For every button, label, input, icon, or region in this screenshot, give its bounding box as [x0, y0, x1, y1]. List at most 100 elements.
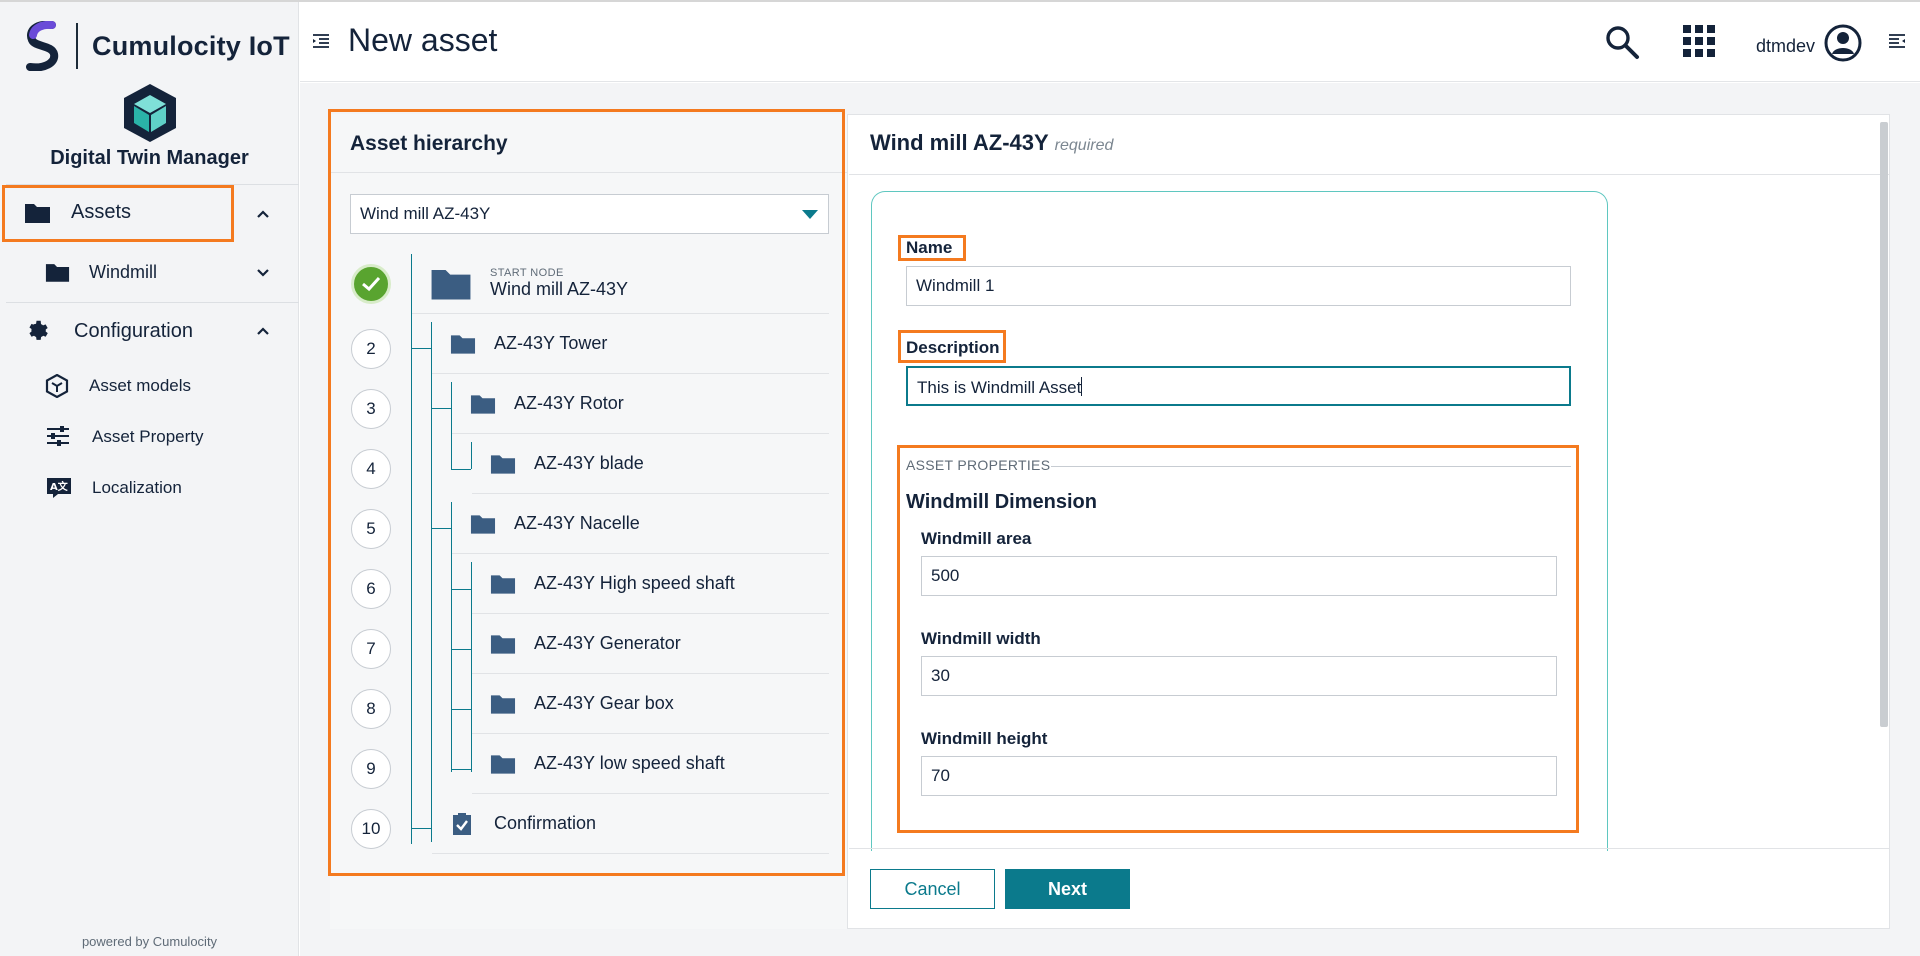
- tree-node-label: AZ-43Y Nacelle: [514, 513, 640, 533]
- sidebar-item-assets[interactable]: Assets: [0, 190, 299, 236]
- step-number[interactable]: 4: [351, 449, 391, 489]
- group-title: Windmill Dimension: [906, 491, 1097, 513]
- tree-node-label: Confirmation: [494, 813, 597, 833]
- start-node-tag: START NODE: [490, 267, 564, 279]
- tree-node[interactable]: AZ-43Y blade: [472, 434, 829, 494]
- footer-divider: [849, 848, 1889, 849]
- sidebar-item-asset-property[interactable]: Asset Property: [0, 417, 299, 457]
- menu-toggle-icon[interactable]: [312, 32, 330, 50]
- tree-node-label: AZ-43Y low speed shaft: [534, 753, 725, 773]
- folder-icon: [490, 454, 516, 474]
- folder-icon: [470, 514, 496, 534]
- tree-line: [451, 649, 471, 650]
- height-label: Windmill height: [921, 729, 1048, 748]
- tree-node[interactable]: AZ-43Y Gear box: [472, 674, 829, 734]
- tree-line: [411, 348, 431, 349]
- user-avatar-icon[interactable]: [1824, 24, 1862, 62]
- step-number[interactable]: 6: [351, 569, 391, 609]
- sidebar-item-label: Windmill: [89, 262, 158, 282]
- hierarchy-select[interactable]: Wind mill AZ-43Y: [350, 194, 829, 234]
- tree-start-node[interactable]: START NODE Wind mill AZ-43Y: [412, 254, 829, 314]
- nav-divider: [6, 184, 299, 185]
- user-name[interactable]: dtmdev: [1756, 36, 1815, 57]
- step-completed[interactable]: [351, 264, 391, 304]
- required-hint: required: [1054, 137, 1114, 154]
- tree-node-label: AZ-43Y Generator: [534, 633, 681, 653]
- cumulocity-logo-icon: [26, 21, 59, 71]
- next-button[interactable]: Next: [1005, 869, 1130, 909]
- hierarchy-select-value: Wind mill AZ-43Y: [360, 204, 491, 223]
- folder-icon: [25, 204, 50, 223]
- tree-node[interactable]: AZ-43Y low speed shaft: [472, 734, 829, 794]
- search-icon[interactable]: [1604, 24, 1640, 60]
- section-line: [1051, 466, 1571, 467]
- cube-icon: [45, 374, 69, 398]
- step-number[interactable]: 7: [351, 629, 391, 669]
- sidebar: Cumulocity IoT Digital Twin Manager Asse…: [0, 2, 299, 956]
- tree-line: [451, 709, 471, 710]
- tree-line: [431, 322, 432, 842]
- name-label: Name: [906, 238, 953, 257]
- brand[interactable]: Cumulocity IoT: [22, 20, 290, 72]
- form-title-text: Wind mill AZ-43Y: [870, 130, 1049, 155]
- scrollbar[interactable]: [1880, 122, 1888, 727]
- step-number[interactable]: 5: [351, 509, 391, 549]
- folder-icon: [431, 269, 471, 300]
- cancel-button[interactable]: Cancel: [870, 869, 995, 909]
- tree-node[interactable]: AZ-43Y Tower: [432, 314, 829, 374]
- step-number[interactable]: 3: [351, 389, 391, 429]
- step-number[interactable]: 10: [351, 809, 391, 849]
- sidebar-item-configuration[interactable]: Configuration: [0, 310, 299, 352]
- step-number[interactable]: 8: [351, 689, 391, 729]
- nav-divider: [6, 302, 299, 303]
- check-icon: [362, 276, 381, 292]
- step-number[interactable]: 9: [351, 749, 391, 789]
- folder-icon: [470, 394, 496, 414]
- section-label: ASSET PROPERTIES: [906, 457, 1051, 473]
- page-title: New asset: [348, 22, 498, 58]
- folder-icon: [45, 264, 70, 282]
- step-number[interactable]: 2: [351, 329, 391, 369]
- sidebar-item-localization[interactable]: A文 Localization: [0, 468, 299, 508]
- description-label: Description: [906, 338, 1000, 357]
- folder-icon: [490, 574, 516, 594]
- sidebar-item-label: Localization: [92, 478, 182, 497]
- tree-node[interactable]: AZ-43Y Generator: [472, 614, 829, 674]
- tree-line: [451, 589, 471, 590]
- sidebar-item-label: Asset Property: [92, 427, 204, 446]
- app-switcher-icon[interactable]: [1682, 24, 1716, 58]
- width-label: Windmill width: [921, 629, 1041, 648]
- tree-node-label: AZ-43Y Rotor: [514, 393, 624, 413]
- area-field[interactable]: 500: [921, 556, 1557, 596]
- clipboard-check-icon: [453, 812, 471, 835]
- hierarchy-title: Asset hierarchy: [350, 132, 508, 155]
- width-field[interactable]: 30: [921, 656, 1557, 696]
- right-drawer-toggle-icon[interactable]: [1888, 32, 1906, 50]
- sidebar-item-windmill[interactable]: Windmill: [0, 252, 299, 294]
- divider: [330, 172, 848, 173]
- description-value: This is Windmill Asset: [917, 378, 1082, 397]
- name-field[interactable]: Windmill 1: [906, 266, 1571, 306]
- tree-node-confirmation[interactable]: Confirmation: [432, 794, 829, 854]
- header: New asset dtmdev: [300, 2, 1920, 82]
- brand-name: Cumulocity IoT: [92, 30, 290, 61]
- folder-icon: [490, 634, 516, 654]
- caret-down-icon: [802, 210, 818, 219]
- tree-node-label: AZ-43Y High speed shaft: [534, 573, 735, 593]
- tree-node[interactable]: AZ-43Y Nacelle: [452, 494, 829, 554]
- tree-node[interactable]: AZ-43Y High speed shaft: [472, 554, 829, 614]
- chevron-up-icon: [257, 327, 269, 335]
- tree-line: [451, 469, 471, 470]
- height-field[interactable]: 70: [921, 756, 1557, 796]
- tree-node[interactable]: AZ-43Y Rotor: [452, 374, 829, 434]
- start-node-label: Wind mill AZ-43Y: [490, 279, 629, 299]
- divider: [849, 174, 1889, 175]
- folder-icon: [450, 334, 476, 354]
- tree-node-label: AZ-43Y blade: [534, 453, 644, 473]
- tree-line: [431, 408, 451, 409]
- sidebar-item-label: Assets: [71, 201, 132, 223]
- sidebar-item-asset-models[interactable]: Asset models: [0, 366, 299, 406]
- chevron-up-icon: [257, 210, 269, 218]
- description-field[interactable]: This is Windmill Asset: [906, 366, 1571, 406]
- tree-line: [431, 528, 451, 529]
